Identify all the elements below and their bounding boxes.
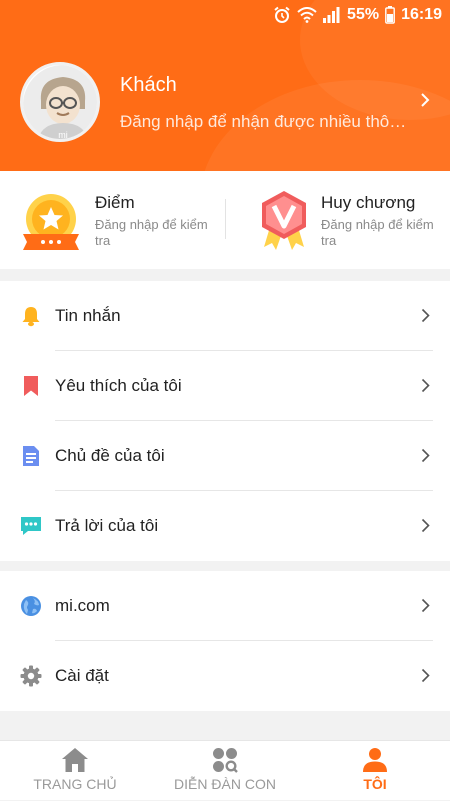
menu-label: Chủ đề của tôi — [55, 446, 165, 465]
document-icon — [23, 446, 39, 466]
person-icon — [363, 748, 387, 772]
medals-subtitle: Đăng nhập để kiểm tra — [321, 217, 434, 248]
medals-title: Huy chương — [321, 193, 416, 212]
alarm-icon — [274, 6, 290, 23]
star-medal-icon — [23, 194, 79, 250]
battery-icon — [385, 6, 395, 24]
bell-icon — [22, 307, 40, 327]
gear-icon — [20, 665, 42, 687]
tab-forums[interactable]: DIỄN ĐÀN CON — [150, 741, 300, 801]
guest-avatar-icon: mi — [23, 65, 97, 140]
clock: 16:19 — [401, 6, 442, 23]
tab-me[interactable]: TÔI — [300, 741, 450, 801]
status-bar: 55% 16:19 — [0, 0, 450, 32]
forums-icon — [213, 748, 238, 773]
globe-icon — [21, 596, 41, 616]
menu-item-messages[interactable]: Tin nhắn — [0, 281, 450, 351]
tab-label: TÔI — [363, 776, 387, 792]
menu-item-settings[interactable]: Cài đặt — [0, 641, 450, 711]
chevron-right-icon — [421, 308, 430, 323]
stats-cards: Điểm Đăng nhập để kiểm tra Huy chương Đă… — [0, 171, 450, 269]
menu-label: Trả lời của tôi — [55, 516, 159, 535]
menu-item-mi-com[interactable]: mi.com — [0, 571, 450, 641]
battery-percent: 55% — [347, 6, 380, 23]
menu-label: Cài đặt — [55, 666, 109, 685]
points-subtitle: Đăng nhập để kiểm tra — [95, 217, 208, 248]
menu-item-topics[interactable]: Chủ đề của tôi — [0, 421, 450, 491]
tab-home[interactable]: TRANG CHỦ — [0, 741, 150, 801]
tab-label: DIỄN ĐÀN CON — [174, 776, 276, 792]
menu-label: Tin nhắn — [55, 306, 121, 325]
bookmark-icon — [24, 376, 38, 396]
login-hint[interactable]: Đăng nhập để nhận được nhiều thông tin h… — [120, 112, 410, 132]
medals-card[interactable]: Huy chương Đăng nhập để kiểm tra — [226, 171, 450, 269]
menu-item-favorites[interactable]: Yêu thích của tôi — [0, 351, 450, 421]
points-title: Điểm — [95, 193, 135, 212]
tab-label: TRANG CHỦ — [33, 776, 117, 792]
bottom-tab-bar: TRANG CHỦ DIỄN ĐÀN CON TÔI — [0, 740, 450, 800]
v-badge-icon — [262, 191, 306, 250]
menu-label: Yêu thích của tôi — [55, 376, 182, 395]
avatar-label: mi — [58, 130, 68, 140]
menu-section-other: mi.com Cài đặt — [0, 571, 450, 711]
chevron-right-icon — [421, 598, 430, 613]
signal-icon — [323, 7, 340, 23]
chevron-right-icon — [421, 518, 430, 533]
menu-item-replies[interactable]: Trả lời của tôi — [0, 491, 450, 561]
chevron-right-icon — [421, 448, 430, 463]
menu-section-personal: Tin nhắn Yêu thích của tôi Chủ đề của tô… — [0, 281, 450, 561]
chevron-right-icon — [421, 668, 430, 683]
points-card[interactable]: Điểm Đăng nhập để kiểm tra — [0, 171, 225, 269]
chevron-right-icon[interactable] — [420, 92, 430, 108]
menu-label: mi.com — [55, 596, 110, 615]
home-icon — [62, 748, 88, 772]
avatar[interactable]: mi — [20, 62, 100, 142]
profile-header[interactable]: 55% 16:19 mi Khách Đăng nhập để nhận đượ… — [0, 0, 450, 171]
chevron-right-icon — [421, 378, 430, 393]
wifi-icon — [297, 7, 317, 23]
chat-icon — [21, 517, 41, 535]
guest-name[interactable]: Khách — [120, 74, 177, 97]
